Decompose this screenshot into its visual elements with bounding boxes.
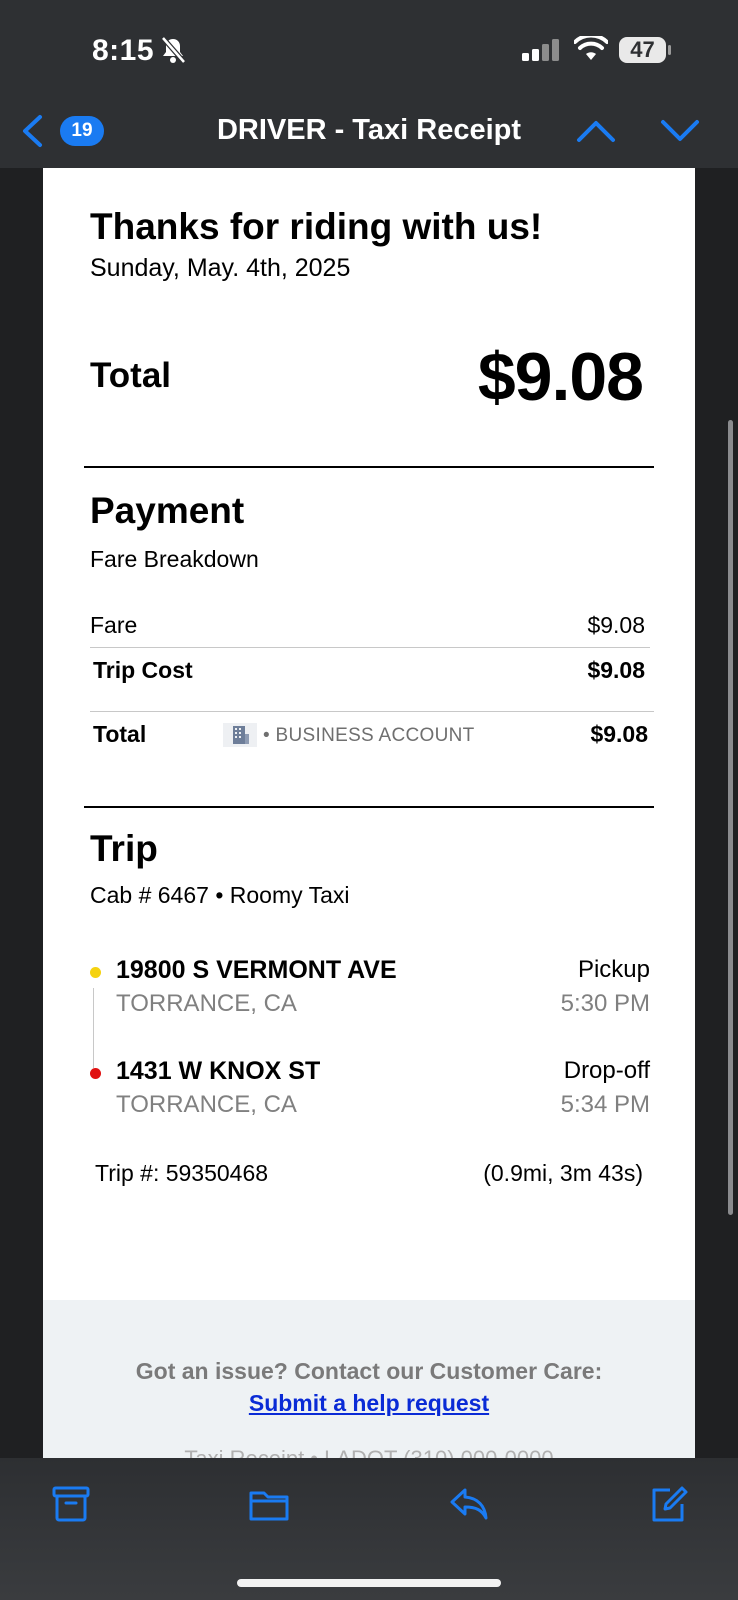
pickup-city: TORRANCE, CA (116, 990, 297, 1017)
payment-heading: Payment (90, 490, 245, 531)
folder-icon[interactable] (248, 1484, 290, 1524)
pickup-dot-icon (90, 967, 101, 978)
support-question: Got an issue? Contact our Customer Care: (135, 1358, 603, 1384)
footer-contact-text: Taxi Receipt • LADOT (310) 000-0000 (43, 1446, 695, 1458)
total-amount: $9.08 (477, 339, 644, 415)
next-message-icon[interactable] (660, 118, 700, 144)
compose-icon[interactable] (648, 1484, 690, 1524)
greeting-heading: Thanks for riding with us! (90, 206, 543, 247)
trip-number: Trip #: 59350468 (95, 1160, 269, 1186)
help-request-link[interactable]: Submit a help request (43, 1390, 695, 1417)
fare-amount: $9.08 (587, 612, 645, 638)
total-label: Total (90, 356, 172, 395)
payment-total-amount: $9.08 (590, 721, 648, 747)
wifi-icon (574, 36, 608, 60)
message-subject-title: DRIVER - Taxi Receipt (216, 114, 522, 146)
trip-heading: Trip (90, 828, 158, 869)
previous-message-icon[interactable] (576, 118, 616, 144)
dropoff-stop: 1431 W KNOX ST TORRANCE, CA Drop-off 5:3… (90, 1057, 650, 1127)
pickup-label: Pickup (577, 956, 650, 983)
row-divider (90, 711, 654, 712)
business-account-label: • BUSINESS ACCOUNT (263, 725, 475, 746)
mail-toolbar (0, 1458, 738, 1600)
dropoff-city: TORRANCE, CA (116, 1091, 297, 1118)
pickup-stop: 19800 S VERMONT AVE TORRANCE, CA Pickup … (90, 956, 650, 1026)
pickup-address: 19800 S VERMONT AVE (116, 956, 397, 984)
home-indicator[interactable] (237, 1579, 501, 1587)
dropoff-label: Drop-off (563, 1057, 650, 1084)
reply-icon[interactable] (448, 1484, 490, 1524)
mail-nav-bar: 19 DRIVER - Taxi Receipt (0, 100, 738, 168)
unread-count-badge[interactable]: 19 (60, 116, 104, 146)
fare-breakdown-label: Fare Breakdown (90, 546, 259, 572)
battery-level: 47 (630, 37, 655, 62)
support-footer: Got an issue? Contact our Customer Care:… (43, 1300, 695, 1458)
trip-cost-amount: $9.08 (587, 657, 645, 683)
back-chevron-icon[interactable] (20, 114, 44, 148)
trip-cost-label: Trip Cost (93, 657, 193, 683)
payment-total-row: Total • BUSINESS ACCOUNT $9.08 (93, 721, 648, 751)
fare-label: Fare (90, 612, 138, 638)
cab-info: Cab # 6467 • Roomy Taxi (90, 882, 350, 908)
status-time: 8:15 (92, 34, 155, 67)
ride-date: Sunday, May. 4th, 2025 (90, 254, 351, 282)
dropoff-dot-icon (90, 1068, 101, 1079)
row-divider (90, 647, 650, 648)
trip-distance-duration: (0.9mi, 3m 43s) (483, 1160, 643, 1186)
building-icon (223, 723, 257, 747)
signal-icon (522, 39, 559, 61)
battery-indicator: 47 (619, 37, 671, 63)
archive-icon[interactable] (50, 1484, 92, 1524)
dropoff-address: 1431 W KNOX ST (116, 1057, 321, 1085)
receipt-card: Thanks for riding with us! Sunday, May. … (43, 168, 695, 1458)
pickup-time: 5:30 PM (560, 990, 650, 1017)
battery-cap (668, 45, 671, 55)
section-divider (84, 806, 654, 808)
route-connector-line (93, 988, 94, 1068)
payment-total-label: Total (93, 721, 147, 747)
dropoff-time: 5:34 PM (560, 1091, 650, 1118)
section-divider (84, 466, 654, 468)
bell-muted-icon (161, 36, 186, 64)
status-bar: 8:15 47 (0, 0, 738, 100)
scrollbar[interactable] (728, 420, 733, 1215)
